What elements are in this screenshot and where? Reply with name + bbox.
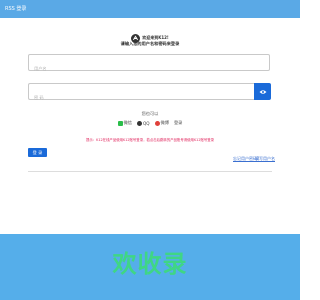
social-login-suffix: 登录: [173, 120, 183, 125]
wechat-icon: [117, 120, 123, 126]
header-title: RSS 登录: [5, 6, 27, 12]
password-input[interactable]: [29, 90, 254, 105]
qq-icon: [137, 120, 142, 126]
watermark: 欢收录: [112, 250, 188, 278]
footer: 欢收录: [0, 234, 300, 300]
login-button[interactable]: 登 录: [28, 148, 47, 157]
username-input[interactable]: [29, 61, 269, 76]
wechat-login-link[interactable]: 微信: [117, 120, 132, 126]
eye-icon: [259, 89, 266, 94]
register-link[interactable]: 填写用户名: [255, 156, 275, 162]
qq-login-link[interactable]: QQ: [137, 120, 150, 126]
weibo-login-link[interactable]: 微博: [154, 120, 169, 126]
username-field[interactable]: [28, 54, 270, 76]
password-field[interactable]: [28, 83, 254, 105]
social-login-row: 微信 QQ 微博 登录: [0, 119, 300, 127]
alternative-login-text: 您也可以: [141, 111, 159, 116]
show-password-button[interactable]: [254, 83, 271, 100]
login-notice: 提示：K12在线产品使用K12账号登录，若点击后跳转的产品账号请使用K12账号登…: [85, 138, 215, 142]
login-subtitle: 请输入您的用户名和密码来登录: [120, 41, 180, 46]
divider: [28, 171, 272, 172]
top-bar: RSS 登录: [0, 0, 300, 18]
weibo-icon: [154, 120, 160, 126]
